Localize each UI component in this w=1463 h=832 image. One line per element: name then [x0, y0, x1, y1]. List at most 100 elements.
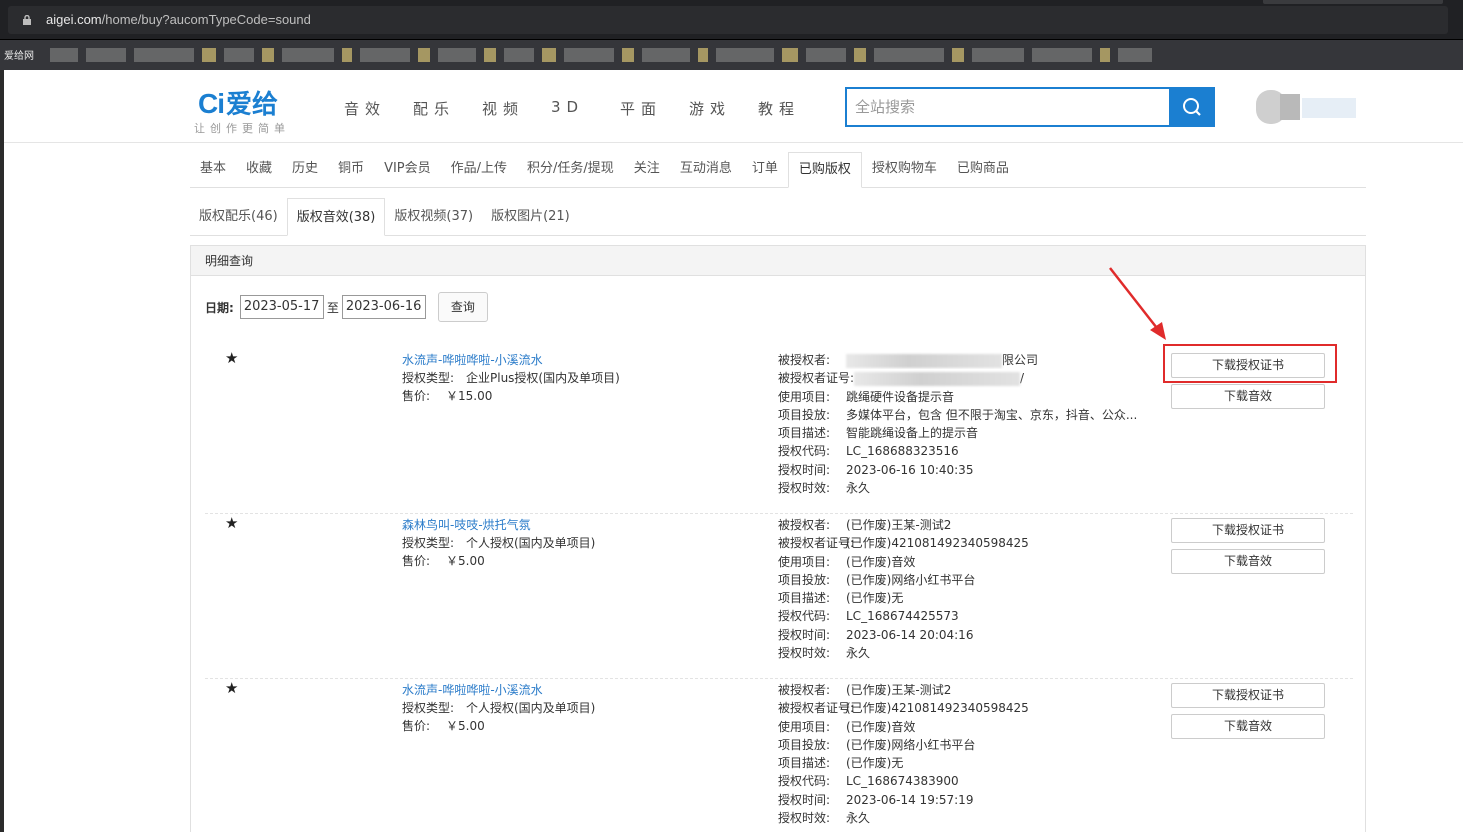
red-highlight-box [1163, 344, 1337, 383]
price: 售价: ￥5.00 [402, 719, 485, 733]
license-validity: 授权时效: 永久 [778, 481, 871, 496]
nav-item-sound[interactable]: 音效 [344, 98, 413, 119]
license-type: 授权类型: 个人授权(国内及单项目) [402, 536, 596, 550]
order-title-link[interactable]: 森林鸟叫-吱吱-烘托气氛 [402, 516, 531, 533]
browser-toolbar-right [1263, 0, 1443, 4]
channel: 项目投放: 多媒体平台，包含 但不限于淘宝、京东，抖音、公众... [778, 407, 1138, 422]
price: 售价: ￥15.00 [402, 389, 493, 403]
order-title-link[interactable]: 水流声-哗啦哗啦-小溪流水 [402, 351, 543, 368]
project: 使用项目: (已作废)音效 [778, 719, 916, 734]
licensee: 被授权者: (已作废)王某-测试2 [778, 518, 952, 532]
bookmarks-bar: 爱给网 [0, 40, 1463, 70]
search-input[interactable]: 全站搜索 [845, 87, 1169, 127]
tab-orders[interactable]: 订单 [742, 152, 788, 188]
tab-licensed-sound[interactable]: 版权音效(38) [286, 198, 386, 236]
user-avatar[interactable] [1256, 90, 1356, 124]
red-arrow-annotation [1109, 267, 1166, 340]
date-filter: 日期: 2023-05-17 至 2023-06-16 查询 [205, 292, 488, 322]
window-edge [0, 70, 4, 832]
tab-history[interactable]: 历史 [282, 152, 328, 188]
price: 售价: ￥5.00 [402, 554, 485, 568]
logo-slogan: 让创作更简单 [194, 122, 290, 135]
license-type-tabs: 版权配乐(46) 版权音效(38) 版权视频(37) 版权图片(21) [190, 198, 1366, 236]
license-time: 授权时间: 2023-06-14 20:04:16 [778, 627, 974, 642]
search-button[interactable] [1169, 87, 1215, 127]
tab-licensed-image[interactable]: 版权图片(21) [482, 198, 579, 236]
license-validity: 授权时效: 永久 [778, 646, 871, 661]
tab-follow[interactable]: 关注 [624, 152, 670, 188]
tab-favorites[interactable]: 收藏 [236, 152, 282, 188]
query-button[interactable]: 查询 [437, 292, 488, 322]
license-time: 授权时间: 2023-06-16 10:40:35 [778, 462, 974, 477]
date-to-input[interactable]: 2023-06-16 [341, 295, 426, 319]
license-info: 被授权者: (已作废)王某-测试2 被授权者证号:(已作废)42108149234… [778, 681, 1158, 827]
licensee-id: 被授权者证号:(已作废)421081492340598425 [778, 701, 1029, 716]
channel: 项目投放: (已作废)网络小红书平台 [778, 572, 976, 587]
licensee: 被授权者: 限公司 [778, 353, 1039, 368]
tab-licensed-music[interactable]: 版权配乐(46) [190, 198, 287, 236]
to-label: 至 [326, 300, 339, 315]
browser-address-bar: aigei.com/home/buy?aucomTypeCode=sound [0, 0, 1463, 40]
tab-purchased-goods[interactable]: 已购商品 [947, 152, 1019, 188]
nav-item-music[interactable]: 配乐 [413, 98, 482, 119]
tab-works-upload[interactable]: 作品/上传 [441, 152, 517, 188]
logo-mark: Ci [198, 88, 225, 119]
licensee-id: 被授权者证号:(已作废)421081492340598425 [778, 536, 1029, 551]
site-logo[interactable]: Ci爱给 [198, 84, 278, 121]
license-code: 授权代码: LC_168674383900 [778, 774, 959, 789]
search-icon [1183, 98, 1201, 116]
nav-item-video[interactable]: 视频 [482, 98, 551, 119]
download-sound-button[interactable]: 下载音效 [1171, 549, 1325, 574]
description: 项目描述: 智能跳绳设备上的提示音 [778, 426, 979, 441]
project: 使用项目: 跳绳硬件设备提示音 [778, 389, 955, 404]
tab-messages[interactable]: 互动消息 [670, 152, 742, 188]
logo-name: 爱给 [226, 90, 279, 120]
license-info: 被授权者: (已作废)王某-测试2 被授权者证号:(已作废)42108149234… [778, 516, 1158, 662]
license-type: 授权类型: 个人授权(国内及单项目) [402, 701, 596, 715]
tab-points-tasks[interactable]: 积分/任务/提现 [517, 152, 624, 188]
panel-heading: 明细查询 [191, 246, 1365, 276]
nav-item-graphic[interactable]: 平面 [620, 98, 689, 119]
lock-icon [23, 15, 31, 25]
license-validity: 授权时效: 永久 [778, 811, 871, 826]
license-time: 授权时间: 2023-06-14 19:57:19 [778, 792, 974, 807]
license-code: 授权代码: LC_168688323516 [778, 444, 959, 459]
nav-item-tutorial[interactable]: 教程 [758, 98, 827, 119]
description: 项目描述: (已作废)无 [778, 591, 904, 606]
star-icon: ★ [225, 679, 239, 697]
tab-basic[interactable]: 基本 [190, 152, 236, 188]
download-certificate-button[interactable]: 下载授权证书 [1171, 518, 1325, 543]
order-title-link[interactable]: 水流声-哗啦哗啦-小溪流水 [402, 681, 543, 698]
tab-coins[interactable]: 铜币 [328, 152, 374, 188]
tab-licensed-video[interactable]: 版权视频(37) [385, 198, 482, 236]
url-text: aigei.com/home/buy?aucomTypeCode=sound [46, 12, 311, 27]
project: 使用项目: (已作废)音效 [778, 554, 916, 569]
bookmark-item[interactable]: 爱给网 [4, 47, 34, 62]
licensee: 被授权者: (已作废)王某-测试2 [778, 683, 952, 697]
license-info: 被授权者: 限公司 被授权者证号: / 使用项目: 跳绳硬件设备提示音 项目投放: 多媒… [778, 351, 1158, 497]
tab-license-cart[interactable]: 授权购物车 [862, 152, 947, 188]
license-type: 授权类型: 企业Plus授权(国内及单项目) [402, 371, 620, 385]
main-nav: 音效 配乐 视频 3D 平面 游戏 教程 [344, 98, 827, 119]
star-icon: ★ [225, 349, 239, 367]
order-item: ★ 水流声-哗啦哗啦-小溪流水 授权类型: 个人授权(国内及单项目) 售价: ￥5.… [205, 679, 1353, 832]
download-sound-button[interactable]: 下载音效 [1171, 384, 1325, 409]
bookmark-items-blurred [50, 46, 1450, 64]
download-sound-button[interactable]: 下载音效 [1171, 714, 1325, 739]
channel: 项目投放: (已作废)网络小红书平台 [778, 737, 976, 752]
date-label: 日期: [205, 300, 234, 315]
tab-vip[interactable]: VIP会员 [374, 152, 441, 188]
tab-purchased-licenses[interactable]: 已购版权 [787, 152, 862, 188]
site-header: Ci爱给 让创作更简单 音效 配乐 视频 3D 平面 游戏 教程 全站搜索 [4, 70, 1463, 143]
order-item: ★ 森林鸟叫-吱吱-烘托气氛 授权类型: 个人授权(国内及单项目) 售价: ￥5.0… [205, 514, 1353, 679]
star-icon: ★ [225, 514, 239, 532]
description: 项目描述: (已作废)无 [778, 756, 904, 771]
licensee-id: 被授权者证号: / [778, 371, 1025, 386]
url-field[interactable]: aigei.com/home/buy?aucomTypeCode=sound [8, 6, 1448, 34]
license-code: 授权代码: LC_168674425573 [778, 609, 959, 624]
download-certificate-button[interactable]: 下载授权证书 [1171, 683, 1325, 708]
nav-item-game[interactable]: 游戏 [689, 98, 758, 119]
nav-item-3d[interactable]: 3D [551, 98, 620, 119]
account-tabs: 基本 收藏 历史 铜币 VIP会员 作品/上传 积分/任务/提现 关注 互动消息… [190, 152, 1366, 188]
date-from-input[interactable]: 2023-05-17 [239, 295, 324, 319]
